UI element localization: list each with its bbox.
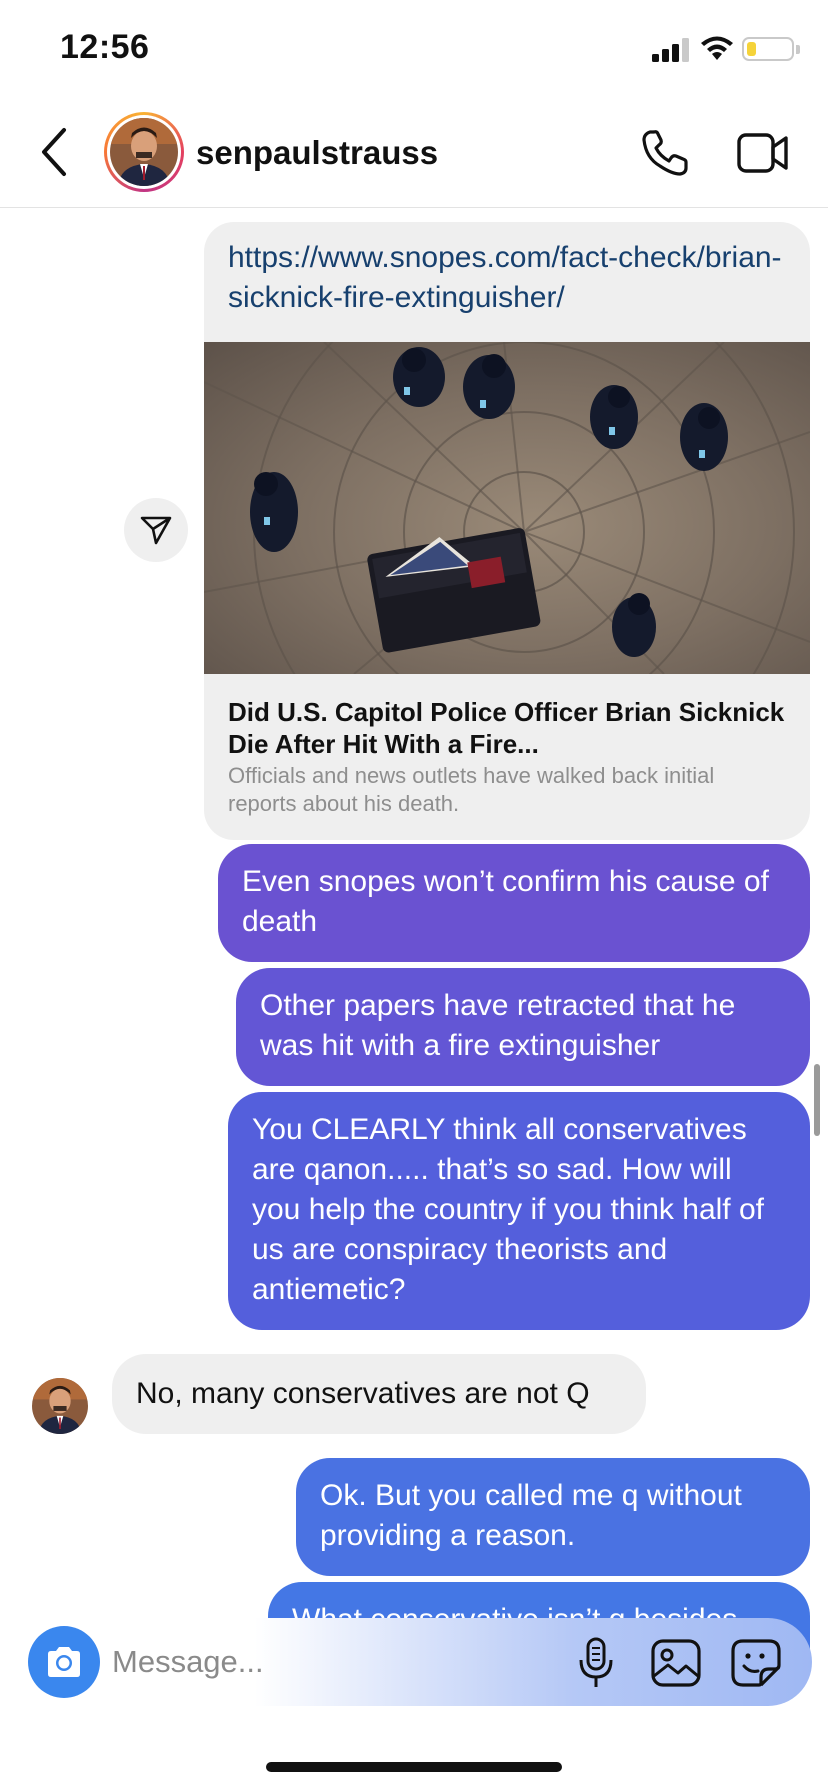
sent-message-bubble[interactable]: You CLEARLY think all conservatives are … [228,1092,810,1330]
link-url[interactable]: https://www.snopes.com/fact-check/brian-… [228,238,788,318]
link-preview-image [204,342,810,674]
share-button[interactable] [124,498,188,562]
home-indicator [266,1762,562,1772]
avatar-image [32,1378,88,1434]
camera-button[interactable] [28,1626,100,1698]
video-icon[interactable] [736,130,790,176]
message-input[interactable] [112,1626,492,1698]
battery-level [747,42,756,56]
avatar[interactable] [104,112,184,192]
phone-icon[interactable] [640,128,690,178]
link-preview-card[interactable]: https://www.snopes.com/fact-check/brian-… [204,222,810,840]
sent-message-bubble[interactable]: Even snopes won’t confirm his cause of d… [218,844,810,962]
status-bar: 12:56 [0,0,828,100]
mic-icon[interactable] [576,1636,616,1690]
camera-icon [48,1647,80,1677]
scrollbar[interactable] [814,1064,820,1136]
received-message-bubble[interactable]: No, many conservatives are not Q [112,1354,646,1434]
link-description: Officials and news outlets have walked b… [228,763,715,816]
sent-message-bubble[interactable]: Ok. But you called me q without providin… [296,1458,810,1576]
avatar-image [110,118,178,186]
cellular-signal-icon [652,38,689,62]
chat-username[interactable]: senpaulstrauss [196,134,438,172]
battery-icon [742,37,794,61]
message-composer [16,1618,812,1706]
back-icon[interactable] [36,126,72,178]
link-title: Did U.S. Capitol Police Officer Brian Si… [228,697,785,759]
battery-tip [796,45,800,54]
status-time: 12:56 [60,28,150,66]
wifi-icon [701,36,733,60]
chat-header: senpaulstrauss [0,100,828,208]
gallery-icon[interactable] [650,1638,702,1688]
sticker-icon[interactable] [730,1638,782,1688]
sent-message-bubble[interactable]: Other papers have retracted that he was … [236,968,810,1086]
paper-plane-icon [140,516,172,545]
sender-avatar[interactable] [32,1378,88,1434]
